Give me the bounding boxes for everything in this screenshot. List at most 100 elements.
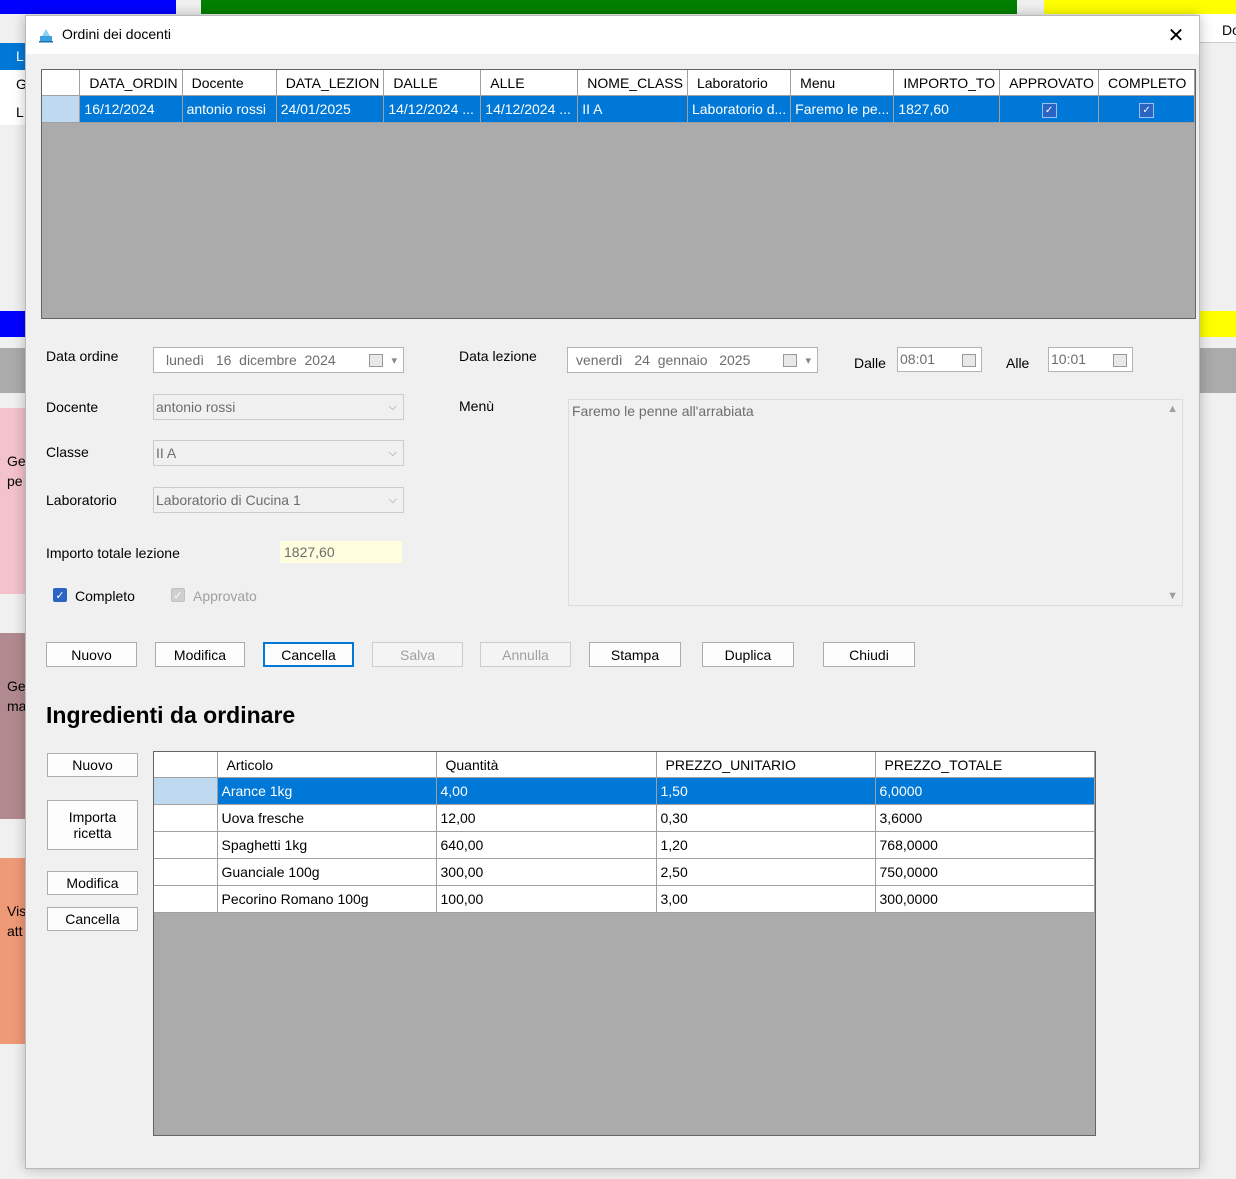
importa-ricetta-button[interactable]: Importa ricetta [47, 800, 138, 850]
alle-time-picker[interactable]: 10:01 [1048, 347, 1133, 372]
col-data-ordine[interactable]: DATA_ORDIN [79, 70, 183, 96]
classe-select[interactable]: II A ⌵ [153, 440, 404, 466]
table-row[interactable]: 16/12/2024 antonio rossi 24/01/2025 14/1… [42, 95, 1195, 123]
row-header[interactable] [154, 777, 218, 805]
table-row[interactable]: Guanciale 100g 300,00 2,50 750,0000 [154, 858, 1095, 886]
row-header[interactable] [154, 804, 218, 832]
check-icon[interactable]: ✓ [1041, 103, 1057, 118]
cell-prezzo-unitario[interactable]: 3,00 [656, 885, 876, 913]
cell-prezzo-unitario[interactable]: 2,50 [656, 858, 876, 886]
cell-approvato[interactable]: ✓ [999, 95, 1100, 123]
cell-prezzo-unitario[interactable]: 1,50 [656, 777, 876, 805]
ingredients-grid[interactable]: Articolo Quantità PREZZO_UNITARIO PREZZO… [153, 751, 1096, 1136]
table-row[interactable]: Uova fresche 12,00 0,30 3,6000 [154, 804, 1095, 832]
chiudi-button[interactable]: Chiudi [823, 642, 915, 667]
ingredienti-cancella-button[interactable]: Cancella [47, 907, 138, 931]
dalle-time-picker[interactable]: 08:01 [897, 347, 982, 372]
cell-menu[interactable]: Faremo le pe... [790, 95, 895, 123]
importo-field[interactable]: 1827,60 [280, 541, 402, 563]
annulla-button[interactable]: Annulla [480, 642, 571, 667]
bg-yellow-bar [1044, 0, 1236, 14]
cell-laboratorio[interactable]: Laboratorio d... [687, 95, 792, 123]
cell-prezzo-unitario[interactable]: 0,30 [656, 804, 876, 832]
completo-checkbox[interactable]: ✓ [53, 588, 67, 602]
col-importo[interactable]: IMPORTO_TO [893, 70, 1001, 96]
cell-importo[interactable]: 1827,60 [893, 95, 1001, 123]
col-prezzo-totale[interactable]: PREZZO_TOTALE [875, 752, 1095, 778]
ingredienti-nuovo-button[interactable]: Nuovo [47, 753, 138, 777]
cell-dalle[interactable]: 14/12/2024 ... [383, 95, 482, 123]
table-row[interactable]: Spaghetti 1kg 640,00 1,20 768,0000 [154, 831, 1095, 859]
data-lezione-picker[interactable]: venerdì 24 gennaio 2025 ▾ [567, 347, 818, 373]
salva-button[interactable]: Salva [372, 642, 463, 667]
col-nome-classe[interactable]: NOME_CLASS [577, 70, 688, 96]
table-row[interactable]: Arance 1kg 4,00 1,50 6,0000 [154, 777, 1095, 805]
col-approvato[interactable]: APPROVATO [999, 70, 1100, 96]
menu-textarea[interactable]: Faremo le penne all'arrabiata ▲ ▼ [568, 399, 1183, 606]
docente-select[interactable]: antonio rossi ⌵ [153, 394, 404, 420]
cell-prezzo-totale[interactable]: 300,0000 [875, 885, 1095, 913]
col-completo[interactable]: COMPLETO [1098, 70, 1195, 96]
cell-quantita[interactable]: 640,00 [436, 831, 657, 859]
stampa-button[interactable]: Stampa [589, 642, 681, 667]
scroll-up-icon[interactable]: ▲ [1167, 403, 1178, 415]
chevron-down-icon[interactable]: ⌵ [389, 494, 397, 507]
col-dalle[interactable]: DALLE [383, 70, 482, 96]
ingredienti-modifica-button[interactable]: Modifica [47, 871, 138, 895]
row-header[interactable] [42, 95, 81, 123]
col-docente[interactable]: Docente [182, 70, 277, 96]
cell-completo[interactable]: ✓ [1098, 95, 1195, 123]
chevron-down-icon[interactable]: ⌵ [389, 401, 397, 414]
cancella-button[interactable]: Cancella [263, 642, 354, 667]
cell-articolo[interactable]: Pecorino Romano 100g [217, 885, 437, 913]
table-row[interactable]: Pecorino Romano 100g 100,00 3,00 300,000… [154, 885, 1095, 913]
bg-text: ma [7, 698, 27, 714]
cell-prezzo-totale[interactable]: 750,0000 [875, 858, 1095, 886]
cell-nome-classe[interactable]: II A [577, 95, 688, 123]
approvato-checkbox[interactable]: ✓ [171, 588, 185, 602]
completo-label[interactable]: Completo [75, 588, 135, 604]
cell-prezzo-totale[interactable]: 6,0000 [875, 777, 1095, 805]
cell-quantita[interactable]: 300,00 [436, 858, 657, 886]
calendar-icon[interactable] [962, 354, 976, 367]
close-icon[interactable]: ✕ [1153, 16, 1199, 54]
chevron-down-icon[interactable]: ⌵ [389, 447, 397, 460]
laboratorio-select[interactable]: Laboratorio di Cucina 1 ⌵ [153, 487, 404, 513]
calendar-icon[interactable] [369, 354, 383, 367]
cell-articolo[interactable]: Guanciale 100g [217, 858, 437, 886]
col-laboratorio[interactable]: Laboratorio [687, 70, 792, 96]
cell-prezzo-totale[interactable]: 3,6000 [875, 804, 1095, 832]
chevron-down-icon[interactable]: ▾ [805, 354, 811, 367]
cell-prezzo-totale[interactable]: 768,0000 [875, 831, 1095, 859]
cell-quantita[interactable]: 100,00 [436, 885, 657, 913]
cell-data-ordine[interactable]: 16/12/2024 [79, 95, 183, 123]
calendar-icon[interactable] [783, 354, 797, 367]
check-icon[interactable]: ✓ [1139, 103, 1155, 118]
modifica-button[interactable]: Modifica [155, 642, 245, 667]
cell-quantita[interactable]: 12,00 [436, 804, 657, 832]
cell-quantita[interactable]: 4,00 [436, 777, 657, 805]
duplica-button[interactable]: Duplica [702, 642, 794, 667]
col-menu[interactable]: Menu [790, 70, 895, 96]
row-header[interactable] [154, 831, 218, 859]
col-articolo[interactable]: Articolo [217, 752, 437, 778]
cell-data-lezione[interactable]: 24/01/2025 [276, 95, 385, 123]
nuovo-button[interactable]: Nuovo [46, 642, 137, 667]
col-prezzo-unitario[interactable]: PREZZO_UNITARIO [656, 752, 876, 778]
cell-docente[interactable]: antonio rossi [182, 95, 277, 123]
col-quantita[interactable]: Quantità [436, 752, 657, 778]
data-ordine-picker[interactable]: lunedì 16 dicembre 2024 ▾ [153, 347, 404, 373]
col-data-lezione[interactable]: DATA_LEZION [276, 70, 385, 96]
cell-prezzo-unitario[interactable]: 1,20 [656, 831, 876, 859]
cell-alle[interactable]: 14/12/2024 ... [480, 95, 579, 123]
scroll-down-icon[interactable]: ▼ [1167, 590, 1178, 602]
cell-articolo[interactable]: Spaghetti 1kg [217, 831, 437, 859]
orders-grid[interactable]: DATA_ORDIN Docente DATA_LEZION DALLE ALL… [41, 69, 1196, 319]
col-alle[interactable]: ALLE [480, 70, 579, 96]
chevron-down-icon[interactable]: ▾ [391, 354, 397, 367]
cell-articolo[interactable]: Uova fresche [217, 804, 437, 832]
row-header[interactable] [154, 858, 218, 886]
calendar-icon[interactable] [1113, 354, 1127, 367]
cell-articolo[interactable]: Arance 1kg [217, 777, 437, 805]
row-header[interactable] [154, 885, 218, 913]
